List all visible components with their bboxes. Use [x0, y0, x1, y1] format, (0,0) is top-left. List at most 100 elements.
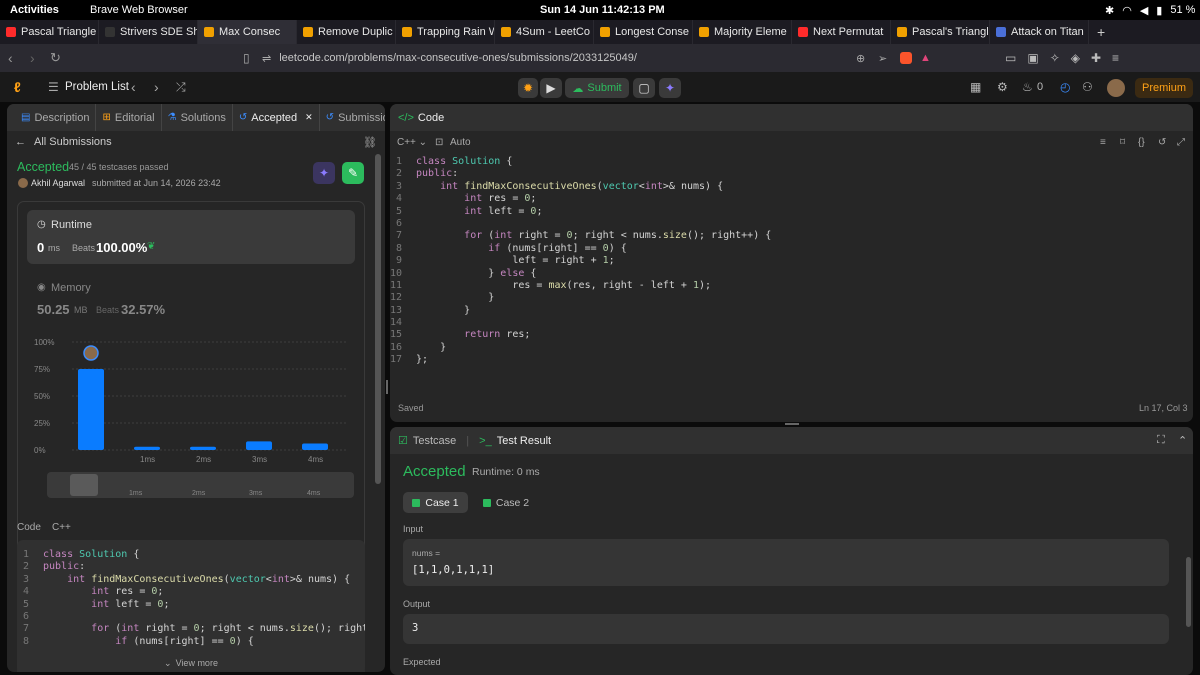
left-tab-solutions[interactable]: ⚗ Solutions	[160, 104, 232, 131]
premium-button[interactable]: Premium	[1135, 78, 1193, 98]
wallet-icon[interactable]: ▣	[1027, 51, 1038, 65]
all-submissions-link[interactable]: All Submissions	[34, 136, 112, 148]
your-submission-avatar[interactable]	[83, 345, 99, 361]
browser-tab[interactable]: Pascal's Triangl	[891, 20, 990, 44]
leetcode-logo[interactable]: ℓ	[14, 79, 21, 95]
clock[interactable]: Sun 14 Jun 11:42:13 PM	[540, 4, 665, 16]
problem-list-icon[interactable]: ☰	[48, 80, 59, 94]
url-text[interactable]: leetcode.com/problems/max-consecutive-on…	[279, 52, 637, 64]
leo-icon[interactable]: ✧	[1050, 51, 1060, 65]
author-avatar[interactable]	[18, 178, 28, 188]
zoom-icon[interactable]: ⊕	[856, 52, 865, 65]
site-info-icon[interactable]: ⇌	[262, 52, 271, 65]
browser-tab[interactable]: Trapping Rain W	[396, 20, 495, 44]
view-more-button[interactable]: ⌄ View more	[17, 653, 365, 672]
submission-scroll-area[interactable]: Accepted 45 / 45 testcases passed Akhil …	[7, 153, 385, 672]
collapse-icon[interactable]: ⌃	[1178, 434, 1187, 447]
notes-button[interactable]: ▢	[633, 78, 655, 98]
brave-shields-icon[interactable]	[900, 52, 912, 64]
left-scrollbar[interactable]	[375, 154, 381, 484]
test-result-tab[interactable]: >_ Test Result	[479, 435, 551, 447]
browser-tab[interactable]: Longest Conse	[594, 20, 693, 44]
expand-icon[interactable]: ⛶	[1157, 434, 1165, 447]
browser-tab[interactable]: Pascal Triangle	[0, 20, 99, 44]
link-icon[interactable]: ⛓	[363, 136, 377, 149]
panel-resize-handle[interactable]	[386, 380, 388, 394]
prev-problem-icon[interactable]: ‹	[131, 79, 136, 95]
testcase-tab[interactable]: ☑ Testcase	[398, 434, 456, 448]
bookmark-code-icon[interactable]: ⌑	[1120, 137, 1125, 148]
submit-button[interactable]: ☁ Submit	[565, 78, 629, 98]
system-tray[interactable]: ✱ ◠ ◀ ▮ 51 %	[1105, 4, 1195, 17]
browser-tab[interactable]: Remove Duplic	[297, 20, 396, 44]
code-token: Solution	[452, 156, 501, 167]
code-editor[interactable]: 1 class Solution {2 public: 3 int findMaxCo…	[390, 156, 1180, 376]
sidebar-icon[interactable]: ▭	[1005, 51, 1016, 65]
share-icon[interactable]: ➢	[878, 52, 887, 65]
debug-button[interactable]: ✹	[518, 78, 538, 98]
chart-bar[interactable]	[190, 446, 216, 450]
chart-bar[interactable]	[302, 443, 328, 450]
chart-range-slider[interactable]: 1ms 2ms 3ms 4ms	[47, 472, 354, 498]
chart-bar[interactable]	[78, 369, 104, 450]
active-app-name[interactable]: Brave Web Browser	[90, 4, 188, 16]
extension-icon[interactable]: ◈	[1071, 51, 1080, 65]
browser-tab[interactable]: Attack on Titan	[990, 20, 1089, 44]
all-submissions-bar[interactable]: ← All Submissions ⛓	[7, 131, 385, 153]
layout-icon[interactable]: ▦	[970, 80, 981, 94]
menu-icon[interactable]: ≡	[1112, 51, 1119, 65]
problem-list-link[interactable]: Problem List	[65, 81, 129, 93]
fullscreen-icon[interactable]: ⤢	[1177, 137, 1185, 148]
memory-label[interactable]: Memory	[51, 282, 91, 294]
ai-assist-button[interactable]: ✦	[659, 78, 681, 98]
browser-tab[interactable]: Strivers SDE Sh	[99, 20, 198, 44]
browser-tab[interactable]: Majority Eleme	[693, 20, 792, 44]
case-2-tab[interactable]: Case 2	[478, 492, 534, 513]
analyze-button[interactable]: ✦	[313, 162, 335, 184]
chart-bar[interactable]	[134, 446, 160, 450]
slider-handle[interactable]	[70, 474, 98, 496]
run-button[interactable]: ▶	[540, 78, 562, 98]
shuffle-icon[interactable]: ⤮	[176, 80, 186, 95]
author-name[interactable]: Akhil Agarwal	[31, 178, 85, 188]
language-select[interactable]: C++ ⌄	[397, 137, 427, 148]
tab-label: Remove Duplic	[318, 26, 393, 38]
result-scrollbar[interactable]	[1186, 557, 1191, 627]
memory-unit: MB	[74, 305, 88, 315]
browser-tab[interactable]: Next Permutat	[792, 20, 891, 44]
code-text: return res;	[416, 329, 530, 341]
output-box[interactable]: 3	[403, 614, 1169, 644]
forward-icon[interactable]: ›	[30, 50, 35, 66]
reload-icon[interactable]: ↻	[50, 50, 61, 66]
runtime-card[interactable]: ◷ Runtime 0 ms Beats 100.00% ❦	[27, 210, 355, 264]
streak-icon[interactable]: ♨	[1022, 80, 1033, 94]
left-tab-description[interactable]: ▤ Description	[15, 104, 95, 131]
reset-icon[interactable]: ↺	[1158, 137, 1166, 148]
edit-button[interactable]: ✎	[342, 162, 364, 184]
activities-button[interactable]: Activities	[10, 4, 59, 16]
browser-tab[interactable]: 4Sum - LeetCo	[495, 20, 594, 44]
user-avatar[interactable]	[1107, 79, 1125, 97]
timer-icon[interactable]: ◴	[1060, 80, 1070, 94]
settings-icon[interactable]: ⚙	[997, 80, 1008, 94]
brave-rewards-icon[interactable]: ▲	[920, 52, 931, 64]
back-icon[interactable]: ‹	[8, 50, 13, 66]
chart-bar[interactable]	[246, 441, 272, 450]
format-icon[interactable]: ≡	[1100, 137, 1106, 148]
new-tab-icon[interactable]: +	[1097, 24, 1105, 40]
left-tab-accepted[interactable]: ↺ Accepted ✕	[231, 104, 319, 131]
close-tab-icon[interactable]: ✕	[305, 112, 313, 123]
left-tab-submissions[interactable]: ↺Submissions	[318, 104, 385, 131]
input-box[interactable]: nums = [1,1,0,1,1,1]	[403, 539, 1169, 586]
next-problem-icon[interactable]: ›	[154, 79, 159, 95]
left-tab-editorial[interactable]: ⊞ Editorial	[95, 104, 160, 131]
address-bar[interactable]: ⇌ leetcode.com/problems/max-consecutive-…	[238, 48, 936, 68]
back-arrow-icon[interactable]: ←	[15, 136, 26, 148]
extensions-icon[interactable]: ✚	[1091, 51, 1101, 65]
case-1-tab[interactable]: Case 1	[403, 492, 468, 513]
horizontal-resize-handle[interactable]	[785, 423, 799, 425]
add-collaborator-icon[interactable]: ⚇	[1082, 80, 1093, 94]
browser-tab[interactable]: Max Consec	[198, 20, 297, 44]
auto-mode[interactable]: Auto	[450, 137, 471, 148]
braces-icon[interactable]: {}	[1138, 137, 1145, 148]
